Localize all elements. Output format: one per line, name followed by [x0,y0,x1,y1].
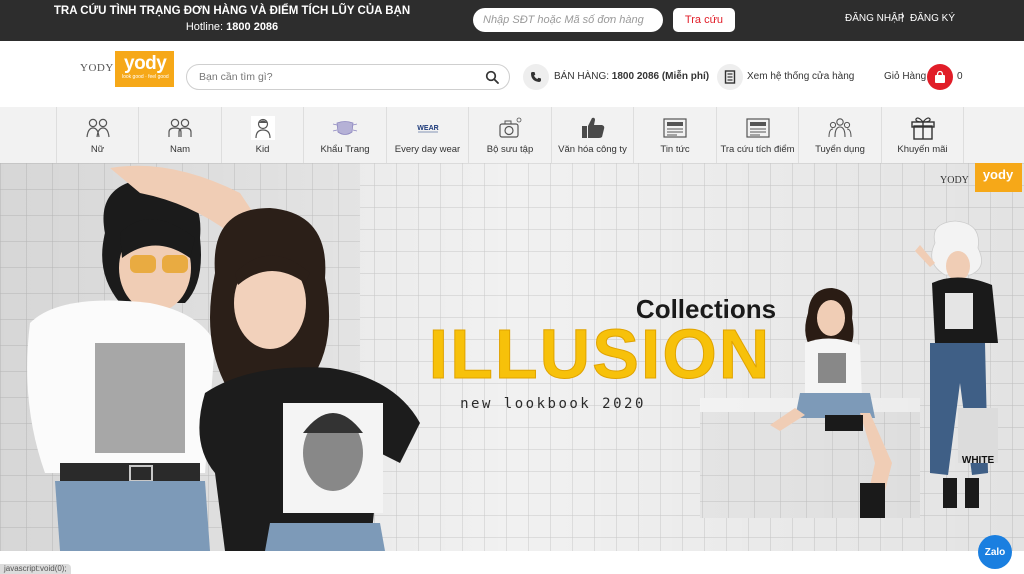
logo-wordmark: YODY [80,62,114,74]
nav-label-mask: Khẩu Trang [320,144,370,155]
news-lookup-icon [743,115,773,141]
nav-item-news[interactable]: Tin tức [634,107,717,163]
phone-icon [523,64,549,90]
lookup-button[interactable]: Tra cứu [673,8,735,32]
nav-item-men[interactable]: Nam [139,107,222,163]
men-icon [165,115,195,141]
gift-icon [908,115,938,141]
hotline-label: Hotline: [185,21,224,33]
banner-corner-logo-text: YODY [940,175,969,186]
nav-item-recruitment[interactable]: Tuyển dụng [799,107,882,163]
nav-item-points-lookup[interactable]: Tra cứu tích điểm [717,107,799,163]
cart-count: 0 [957,71,963,82]
brand-logo[interactable]: YODY yody look good · feel good [80,51,174,87]
banner-title: ILLUSION [429,315,772,393]
logo-tagline: look good · feel good [122,74,169,80]
banner-subtitle: new lookbook 2020 [460,396,646,412]
nav-item-kid[interactable]: Kid [222,107,304,163]
nav-item-everyday-wear[interactable]: WEAR Every day wear [387,107,469,163]
nav-label-collection: Bộ sưu tập [486,144,534,155]
hotline: Hotline: 1800 2086 [0,21,464,33]
nav-label-points-lookup: Tra cứu tích điểm [720,144,795,155]
login-link[interactable]: ĐĂNG NHẬP [845,13,904,24]
nav-label-promotions: Khuyến mãi [897,144,948,155]
svg-text:WEAR: WEAR [417,125,438,132]
cart-icon[interactable] [927,64,953,90]
news-icon [660,115,690,141]
logo-badge: yody look good · feel good [115,51,174,87]
wear-logo-icon: WEAR [413,115,443,141]
mask-icon [330,115,360,141]
browser-status-url: javascript:void(0); [0,564,71,574]
register-link[interactable]: ĐĂNG KÝ [910,13,955,24]
thumbs-up-icon [578,115,608,141]
zalo-label: Zalo [984,546,1006,558]
lookbook-banner-image: Collections ILLUSION new lookbook 2020 W… [0,163,1024,551]
nav-item-women[interactable]: Nữ [56,107,139,163]
nav-item-mask[interactable]: Khẩu Trang [304,107,387,163]
top-bar: TRA CỨU TÌNH TRẠNG ĐƠN HÀNG VÀ ĐIỂM TÍCH… [0,0,1024,41]
bag-text: WHITE [962,455,995,466]
camera-icon [495,115,525,141]
kid-icon [248,115,278,141]
nav-label-men: Nam [169,144,191,155]
sales-label: BÁN HÀNG: [554,71,610,82]
search-box [186,64,510,90]
order-lookup-title: TRA CỨU TÌNH TRẠNG ĐƠN HÀNG VÀ ĐIỂM TÍCH… [53,5,411,17]
store-list-link[interactable]: Xem hệ thống cửa hàng [747,71,854,82]
sales-number: 1800 2086 (Miễn phí) [611,71,710,82]
search-input[interactable] [197,68,477,86]
order-lookup-input[interactable] [473,8,663,32]
sales-hotline[interactable]: BÁN HÀNG: 1800 2086 (Miễn phí) [554,71,709,82]
nav-item-culture[interactable]: Văn hóa công ty [552,107,634,163]
cart-label[interactable]: Giỏ Hàng [884,71,926,82]
store-list-icon[interactable] [717,64,743,90]
search-icon[interactable] [485,70,499,84]
team-icon [825,115,855,141]
logo-mark: yody [124,53,167,74]
nav-item-collection[interactable]: Bộ sưu tập [469,107,552,163]
nav-item-promotions[interactable]: Khuyến mãi [882,107,964,163]
nav-label-women: Nữ [90,144,105,155]
hotline-number[interactable]: 1800 2086 [226,21,278,33]
nav-label-everyday-wear: Every day wear [394,144,461,155]
women-icon [83,115,113,141]
page-footer-area [0,551,1024,574]
banner-corner-logo-mark: yody [983,167,1014,182]
nav-label-recruitment: Tuyển dụng [815,144,865,155]
login-separator: | [901,12,904,23]
nav-label-kid: Kid [255,144,270,155]
hero-banner[interactable]: Collections ILLUSION new lookbook 2020 W… [0,163,1024,551]
zalo-chat-button[interactable]: Zalo [978,535,1012,569]
nav-label-culture: Văn hóa công ty [558,144,627,155]
category-nav: Nữ Nam Kid Khẩu Trang WEAR Every day wea… [0,107,1024,163]
nav-label-news: Tin tức [660,144,690,155]
